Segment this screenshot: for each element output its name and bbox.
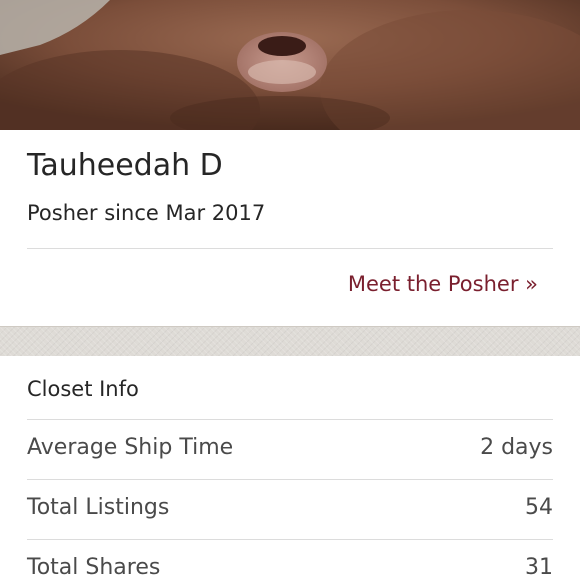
stat-value: 31 [525, 555, 553, 580]
stat-label: Total Shares [27, 555, 161, 580]
posher-since-text: Posher since Mar 2017 [27, 201, 266, 225]
stat-row-average-ship-time: Average Ship Time 2 days [27, 432, 553, 472]
divider [27, 479, 553, 480]
stat-row-total-listings: Total Listings 54 [27, 492, 553, 532]
stat-value: 54 [525, 495, 553, 520]
closet-info-title: Closet Info [27, 377, 139, 401]
divider [27, 419, 553, 420]
posher-card: Tauheedah D Posher since Mar 2017 Meet t… [0, 130, 580, 326]
stat-label: Total Listings [27, 495, 170, 520]
section-separator [0, 326, 580, 356]
posher-name: Tauheedah D [27, 148, 223, 183]
divider [27, 248, 553, 249]
closet-info-section: Closet Info Average Ship Time 2 days Tot… [0, 356, 580, 580]
meet-the-posher-link[interactable]: Meet the Posher » [348, 270, 538, 298]
stat-row-total-shares: Total Shares 31 [27, 552, 553, 580]
stat-value: 2 days [480, 435, 553, 460]
divider [27, 539, 553, 540]
profile-photo [0, 0, 580, 130]
stat-label: Average Ship Time [27, 435, 234, 460]
posher-profile-screen: Tauheedah D Posher since Mar 2017 Meet t… [0, 0, 580, 580]
